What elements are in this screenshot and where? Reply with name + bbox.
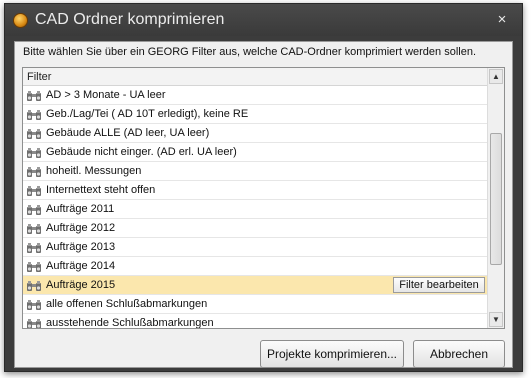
filter-row[interactable]: Aufträge 2011: [23, 200, 488, 219]
filter-row-label: Geb./Lag/Tei ( AD 10T erledigt), keine R…: [46, 108, 249, 120]
dialog-content: Bitte wählen Sie über ein GEORG Filter a…: [14, 41, 513, 368]
filter-row-label: Gebäude ALLE (AD leer, UA leer): [46, 127, 210, 139]
list-header[interactable]: Filter: [23, 68, 488, 86]
filter-row-label: Aufträge 2012: [46, 222, 116, 234]
binoculars-icon: [26, 127, 42, 139]
filter-row[interactable]: Gebäude nicht einger. (AD erl. UA leer): [23, 143, 488, 162]
binoculars-icon: [26, 146, 42, 158]
vertical-scrollbar[interactable]: ▲ ▼: [487, 68, 504, 328]
filter-row[interactable]: alle offenen Schlußabmarkungen: [23, 295, 488, 314]
close-button[interactable]: ×: [494, 12, 510, 28]
binoculars-icon: [26, 108, 42, 120]
window-title: CAD Ordner komprimieren: [35, 11, 225, 28]
filter-row[interactable]: Internettext steht offen: [23, 181, 488, 200]
filter-rows: AD > 3 Monate - UA leer Geb./Lag/Tei ( AD…: [23, 86, 488, 329]
filter-row[interactable]: AD > 3 Monate - UA leer: [23, 86, 488, 105]
scroll-thumb[interactable]: [490, 133, 502, 265]
filter-row-label: Internettext steht offen: [46, 184, 156, 196]
binoculars-icon: [26, 279, 42, 291]
filter-row-label: ausstehende Schlußabmarkungen: [46, 317, 214, 329]
app-coin-icon: [13, 13, 28, 28]
binoculars-icon: [26, 298, 42, 310]
filter-row[interactable]: Aufträge 2015 Filter bearbeiten: [23, 276, 488, 295]
edit-filter-button[interactable]: Filter bearbeiten: [393, 277, 485, 293]
filter-row[interactable]: ausstehende Schlußabmarkungen: [23, 314, 488, 329]
binoculars-icon: [26, 241, 42, 253]
filter-list[interactable]: Filter AD > 3 Monate - UA leer Geb./Lag/T…: [22, 67, 505, 329]
filter-row-label: Aufträge 2015: [46, 279, 116, 291]
filter-row-label: Aufträge 2013: [46, 241, 116, 253]
compress-projects-button[interactable]: Projekte komprimieren...: [260, 340, 404, 368]
binoculars-icon: [26, 260, 42, 272]
filter-row[interactable]: hoheitl. Messungen: [23, 162, 488, 181]
filter-row-label: Gebäude nicht einger. (AD erl. UA leer): [46, 146, 237, 158]
instruction-text: Bitte wählen Sie über ein GEORG Filter a…: [23, 46, 477, 58]
binoculars-icon: [26, 203, 42, 215]
binoculars-icon: [26, 89, 42, 101]
binoculars-icon: [26, 165, 42, 177]
scroll-up-button[interactable]: ▲: [489, 69, 503, 84]
binoculars-icon: [26, 222, 42, 234]
binoculars-icon: [26, 317, 42, 328]
filter-row[interactable]: Aufträge 2012: [23, 219, 488, 238]
filter-row-label: Aufträge 2011: [46, 203, 115, 215]
title-bar[interactable]: CAD Ordner komprimieren ×: [5, 4, 522, 36]
filter-row[interactable]: Gebäude ALLE (AD leer, UA leer): [23, 124, 488, 143]
filter-row-label: Aufträge 2014: [46, 260, 116, 272]
scroll-down-button[interactable]: ▼: [489, 312, 503, 327]
filter-row[interactable]: Aufträge 2014: [23, 257, 488, 276]
list-header-label: Filter: [27, 71, 52, 83]
dialog-window: CAD Ordner komprimieren × Bitte wählen S…: [4, 3, 523, 372]
binoculars-icon: [26, 184, 42, 196]
filter-row-label: hoheitl. Messungen: [46, 165, 142, 177]
cancel-button[interactable]: Abbrechen: [413, 340, 505, 368]
filter-row[interactable]: Aufträge 2013: [23, 238, 488, 257]
filter-row[interactable]: Geb./Lag/Tei ( AD 10T erledigt), keine R…: [23, 105, 488, 124]
filter-row-label: alle offenen Schlußabmarkungen: [46, 298, 208, 310]
filter-row-label: AD > 3 Monate - UA leer: [46, 89, 166, 101]
